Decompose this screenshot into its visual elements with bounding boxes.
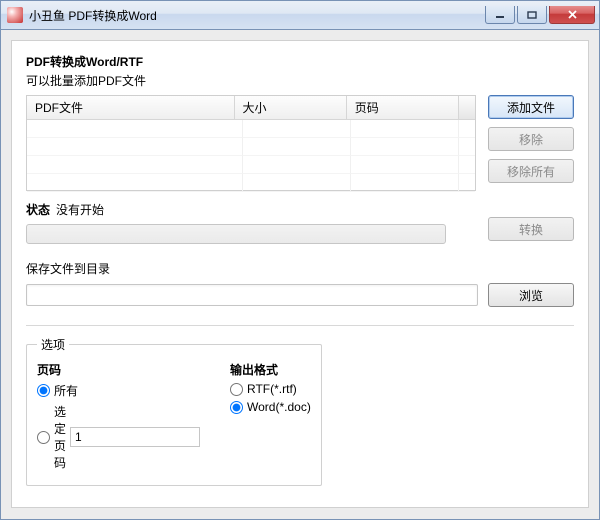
minimize-icon [495,11,505,19]
pages-title: 页码 [37,361,200,378]
col-pages[interactable]: 页码 [347,96,459,119]
window-client: PDF转换成Word/RTF 可以批量添加PDF文件 PDF文件 大小 页码 [0,30,600,520]
table-row [27,174,475,192]
maximize-icon [527,11,537,19]
table-row [27,120,475,138]
options-fieldset: 选项 页码 所有 选定页码 输出格式 [26,336,322,486]
radio-selected-input[interactable] [37,431,50,444]
main-panel: PDF转换成Word/RTF 可以批量添加PDF文件 PDF文件 大小 页码 [11,40,589,508]
radio-rtf-label: RTF(*.rtf) [247,382,297,396]
status-value: 没有开始 [56,201,104,218]
radio-doc[interactable]: Word(*.doc) [230,400,311,414]
radio-all-pages[interactable]: 所有 [37,382,200,399]
progress-bar [26,224,446,244]
radio-rtf[interactable]: RTF(*.rtf) [230,382,311,396]
save-label: 保存文件到目录 [26,260,574,277]
remove-button[interactable]: 移除 [488,127,574,151]
table-row [27,156,475,174]
convert-button[interactable]: 转换 [488,217,574,241]
page-number-input[interactable] [70,427,200,447]
col-size[interactable]: 大小 [235,96,347,119]
table-header: PDF文件 大小 页码 [27,96,475,120]
minimize-button[interactable] [485,6,515,24]
window-buttons [485,6,595,24]
radio-selected-label: 选定页码 [54,403,66,471]
section-sub: 可以批量添加PDF文件 [26,72,574,89]
radio-doc-input[interactable] [230,401,243,414]
radio-all-input[interactable] [37,384,50,397]
close-icon [567,10,578,19]
radio-all-label: 所有 [54,382,78,399]
options-legend: 选项 [37,336,69,353]
remove-all-button[interactable]: 移除所有 [488,159,574,183]
status-label: 状态 [26,201,50,218]
radio-rtf-input[interactable] [230,383,243,396]
table-body [27,120,475,192]
col-scroll [459,96,475,119]
radio-selected-pages[interactable]: 选定页码 [37,403,200,471]
maximize-button[interactable] [517,6,547,24]
section-heading: PDF转换成Word/RTF [26,53,574,70]
divider [26,325,574,326]
table-row [27,138,475,156]
add-file-button[interactable]: 添加文件 [488,95,574,119]
radio-doc-label: Word(*.doc) [247,400,311,414]
file-table[interactable]: PDF文件 大小 页码 [26,95,476,191]
save-path-input[interactable] [26,284,478,306]
window-title: 小丑鱼 PDF转换成Word [29,7,485,24]
col-file[interactable]: PDF文件 [27,96,235,119]
output-format-title: 输出格式 [230,361,311,378]
title-bar: 小丑鱼 PDF转换成Word [0,0,600,30]
browse-button[interactable]: 浏览 [488,283,574,307]
close-button[interactable] [549,6,595,24]
app-icon [7,7,23,23]
